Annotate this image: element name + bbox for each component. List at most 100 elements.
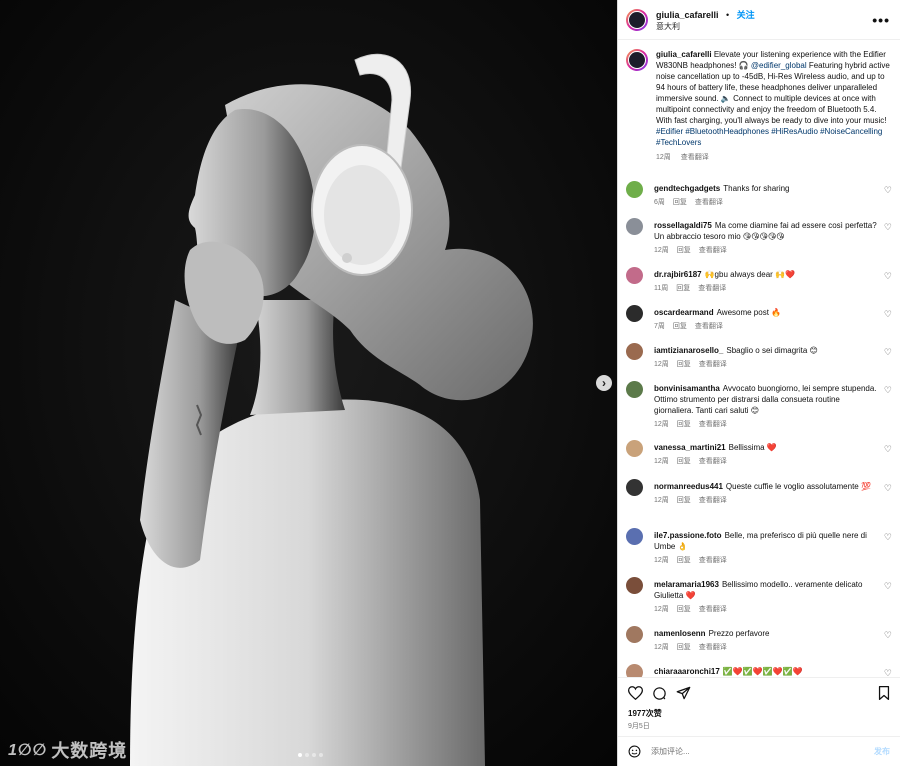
comment-like-heart-icon[interactable]: ♡ [884, 309, 892, 320]
commenter-avatar[interactable] [626, 181, 643, 198]
post-comment-button[interactable]: 发布 [874, 746, 890, 757]
likes-count[interactable]: 1977次赞 [628, 708, 890, 719]
comment-text: Awesome post 🔥 [716, 308, 782, 317]
comment-reply-button[interactable]: 回复 [677, 606, 691, 613]
commenter-username[interactable]: gendtechgadgets [654, 184, 720, 193]
post-actions: 1977次赞 9月5日 [618, 677, 900, 737]
commenter-username[interactable]: vanessa_martini21 [654, 443, 726, 452]
comment-time: 12周 [654, 557, 669, 564]
comment-translate-button[interactable]: 查看翻译 [695, 199, 723, 206]
commenter-username[interactable]: iamtizianarosello_ [654, 346, 723, 355]
commenter-avatar[interactable] [626, 664, 643, 677]
commenter-username[interactable]: normanreedus441 [654, 482, 723, 491]
commenter-avatar[interactable] [626, 626, 643, 643]
comment-like-heart-icon[interactable]: ♡ [884, 347, 892, 358]
comment-like-heart-icon[interactable]: ♡ [884, 483, 892, 494]
comment-time: 12周 [654, 644, 669, 651]
caption-avatar[interactable] [626, 49, 648, 71]
commenter-avatar[interactable] [626, 343, 643, 360]
caption-time: 12周 [656, 154, 671, 161]
comment-text: Bellissima ❤️ [728, 443, 777, 452]
comment-translate-button[interactable]: 查看翻译 [699, 497, 727, 504]
comment-like-heart-icon[interactable]: ♡ [884, 271, 892, 282]
comment-translate-button[interactable]: 查看翻译 [699, 606, 727, 613]
next-photo-button[interactable]: › [596, 375, 612, 391]
post-caption: giulia_cafarelli Elevate your listening … [618, 41, 900, 163]
comments-scroll[interactable]: giulia_cafarelli Elevate your listening … [618, 41, 900, 677]
comment-reply-button[interactable]: 回复 [676, 285, 690, 292]
comment-time: 12周 [654, 497, 669, 504]
commenter-avatar[interactable] [626, 577, 643, 594]
comment-reply-button[interactable]: 回复 [673, 199, 687, 206]
comment-like-heart-icon[interactable]: ♡ [884, 630, 892, 641]
commenter-avatar[interactable] [626, 381, 643, 398]
commenter-username[interactable]: ile7.passione.foto [654, 531, 722, 540]
commenter-avatar[interactable] [626, 305, 643, 322]
emoji-icon[interactable] [628, 745, 641, 758]
comment-like-heart-icon[interactable]: ♡ [884, 222, 892, 233]
save-bookmark-icon[interactable] [878, 686, 890, 700]
carousel-dot [305, 753, 309, 757]
watermark-logo: 1∅∅ [8, 742, 48, 759]
comment-translate-button[interactable]: 查看翻译 [699, 644, 727, 651]
caption-username[interactable]: giulia_cafarelli [656, 50, 712, 59]
comment-reply-button[interactable]: 回复 [677, 247, 691, 254]
comment-reply-button[interactable]: 回复 [677, 497, 691, 504]
comment-reply-button[interactable]: 回复 [677, 557, 691, 564]
comment-like-heart-icon[interactable]: ♡ [884, 185, 892, 196]
commenter-avatar[interactable] [626, 218, 643, 235]
carousel-dot [312, 753, 316, 757]
caption-mention[interactable]: @edifier_global [751, 61, 807, 70]
commenter-username[interactable]: melaramaria1963 [654, 580, 719, 589]
comment-item: melaramaria1963 Bellissimo modello.. vera… [626, 577, 892, 615]
comment-like-heart-icon[interactable]: ♡ [884, 532, 892, 543]
author-username[interactable]: giulia_cafarelli [656, 10, 719, 20]
separator-dot: • [725, 9, 730, 20]
like-heart-icon[interactable] [628, 686, 643, 700]
more-options-icon[interactable]: ••• [872, 12, 890, 28]
commenter-avatar[interactable] [626, 479, 643, 496]
comment-translate-button[interactable]: 查看翻译 [699, 458, 727, 465]
comment-time: 12周 [654, 421, 669, 428]
comment-item: normanreedus441 Queste cuffie le voglio a… [626, 479, 892, 506]
commenter-username[interactable]: chiaraaaronchi17 [654, 667, 720, 676]
share-send-icon[interactable] [676, 686, 691, 700]
comment-translate-button[interactable]: 查看翻译 [695, 323, 723, 330]
comment-reply-button[interactable]: 回复 [677, 458, 691, 465]
comment-bubble-icon[interactable] [652, 686, 667, 701]
commenter-username[interactable]: oscardearmand [654, 308, 714, 317]
caption-hashtags[interactable]: #Edifier #BluetoothHeadphones #HiResAudi… [656, 127, 882, 147]
post-location[interactable]: 意大利 [656, 21, 755, 32]
comment-translate-button[interactable]: 查看翻译 [698, 285, 726, 292]
comment-like-heart-icon[interactable]: ♡ [884, 385, 892, 396]
carousel-dot [298, 753, 302, 757]
comment-reply-button[interactable]: 回复 [673, 323, 687, 330]
comment-translate-button[interactable]: 查看翻译 [699, 557, 727, 564]
commenter-username[interactable]: dr.rajbir6187 [654, 270, 702, 279]
comment-like-heart-icon[interactable]: ♡ [884, 668, 892, 677]
commenter-avatar[interactable] [626, 528, 643, 545]
commenter-avatar[interactable] [626, 440, 643, 457]
comment-like-heart-icon[interactable]: ♡ [884, 581, 892, 592]
commenter-username[interactable]: namenlosenn [654, 629, 706, 638]
post-media[interactable]: › 1∅∅ 大数跨境 [0, 0, 617, 766]
follow-button[interactable]: 关注 [737, 10, 755, 20]
commenter-avatar[interactable] [626, 267, 643, 284]
comment-reply-button[interactable]: 回复 [677, 644, 691, 651]
carousel-dots [298, 753, 323, 757]
commenter-username[interactable]: rossellagaldi75 [654, 221, 712, 230]
watermark: 1∅∅ 大数跨境 [8, 737, 127, 763]
comment-reply-button[interactable]: 回复 [677, 421, 691, 428]
comment-like-heart-icon[interactable]: ♡ [884, 444, 892, 455]
comment-translate-button[interactable]: 查看翻译 [699, 361, 727, 368]
commenter-username[interactable]: bonvinisamantha [654, 384, 720, 393]
comment-time: 7周 [654, 323, 665, 330]
comment-translate-button[interactable]: 查看翻译 [699, 247, 727, 254]
author-avatar[interactable] [626, 8, 648, 31]
comment-reply-button[interactable]: 回复 [677, 361, 691, 368]
add-comment-bar: 添加评论... 发布 [618, 736, 900, 766]
comment-input[interactable]: 添加评论... [651, 746, 690, 757]
comment-translate-button[interactable]: 查看翻译 [699, 421, 727, 428]
caption-translate[interactable]: 查看翻译 [681, 154, 709, 161]
comment-item: chiaraaaronchi17 ✅❤️✅❤️✅❤️✅❤️ ♡ [626, 664, 892, 677]
